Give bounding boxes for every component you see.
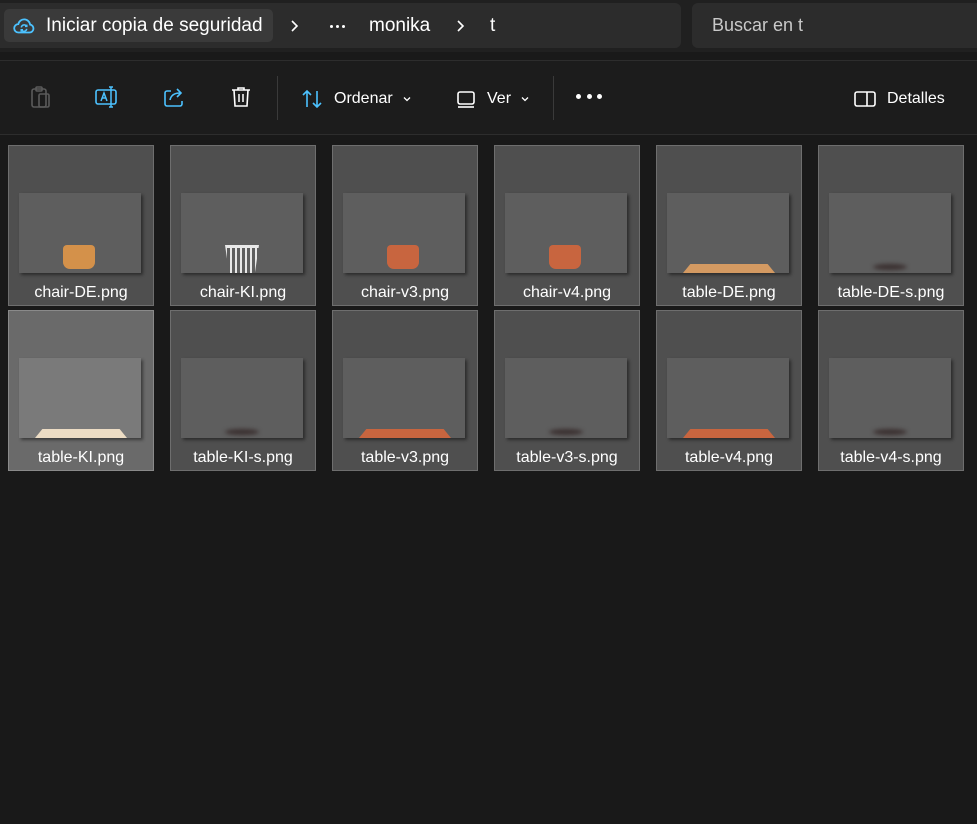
rename-icon[interactable] xyxy=(94,84,120,110)
file-name: table-v3.png xyxy=(360,449,450,466)
file-name: table-DE.png xyxy=(682,284,776,301)
file-thumbnail xyxy=(181,193,303,273)
sort-label: Ordenar xyxy=(334,90,393,107)
file-item[interactable]: table-v3-s.png xyxy=(494,310,640,471)
file-name: chair-DE.png xyxy=(34,284,128,301)
file-thumbnail xyxy=(19,193,141,273)
sort-button[interactable]: Ordenar xyxy=(300,85,412,113)
shadow-preview-image xyxy=(873,429,907,435)
file-item[interactable]: table-KI-s.png xyxy=(170,310,316,471)
view-label: Ver xyxy=(487,90,512,107)
file-thumbnail xyxy=(505,358,627,438)
chair-preview-image xyxy=(387,245,419,269)
table-preview-image xyxy=(683,429,775,438)
file-name: table-v4.png xyxy=(684,449,774,466)
file-thumbnail xyxy=(829,358,951,438)
file-item[interactable]: chair-KI.png xyxy=(170,145,316,306)
trash-icon[interactable] xyxy=(228,84,254,110)
cloud-sync-icon xyxy=(13,18,35,33)
file-thumbnail xyxy=(19,358,141,438)
chevron-right-icon[interactable] xyxy=(454,16,468,36)
details-button[interactable]: Detalles xyxy=(853,85,945,113)
address-bar[interactable]: Iniciar copia de seguridad monika t xyxy=(0,3,681,48)
chair-preview-image xyxy=(549,245,581,269)
backup-label: Iniciar copia de seguridad xyxy=(46,14,263,36)
file-item[interactable]: chair-v3.png xyxy=(332,145,478,306)
file-name: chair-v3.png xyxy=(360,284,450,301)
share-icon[interactable] xyxy=(161,84,187,110)
file-name: table-v4-s.png xyxy=(840,449,942,466)
sort-icon xyxy=(302,89,322,109)
file-thumbnail xyxy=(667,358,789,438)
file-name: chair-KI.png xyxy=(199,284,287,301)
view-icon xyxy=(457,91,475,108)
paste-icon[interactable] xyxy=(27,84,53,110)
file-item[interactable]: chair-DE.png xyxy=(8,145,154,306)
file-thumbnail xyxy=(343,193,465,273)
file-name: table-KI-s.png xyxy=(193,449,293,466)
search-input[interactable] xyxy=(692,3,977,48)
title-bar: Iniciar copia de seguridad monika t xyxy=(0,0,977,52)
file-thumbnail xyxy=(505,193,627,273)
file-item[interactable]: table-DE.png xyxy=(656,145,802,306)
breadcrumb-item-t[interactable]: t xyxy=(490,15,495,37)
view-button[interactable]: Ver xyxy=(455,85,530,113)
chair-preview-image xyxy=(63,245,95,269)
file-item[interactable]: table-DE-s.png xyxy=(818,145,964,306)
toolbar-divider xyxy=(277,76,278,120)
file-name: table-KI.png xyxy=(37,449,125,466)
chevron-right-icon[interactable] xyxy=(288,16,302,36)
table-preview-image xyxy=(359,429,451,438)
file-item[interactable]: table-v4.png xyxy=(656,310,802,471)
toolbar-divider xyxy=(553,76,554,120)
chair-preview-image xyxy=(225,245,259,273)
shadow-preview-image xyxy=(549,429,583,435)
details-pane-icon xyxy=(854,91,876,107)
file-thumbnail xyxy=(343,358,465,438)
file-name: table-v3-s.png xyxy=(516,449,618,466)
file-thumbnail xyxy=(181,358,303,438)
file-item[interactable]: chair-v4.png xyxy=(494,145,640,306)
breadcrumb-more-button[interactable] xyxy=(322,11,352,41)
file-thumbnail xyxy=(829,193,951,273)
chevron-down-icon xyxy=(403,97,411,102)
file-thumbnail xyxy=(667,193,789,273)
backup-breadcrumb-button[interactable]: Iniciar copia de seguridad xyxy=(4,9,273,42)
search-box[interactable] xyxy=(692,3,977,48)
table-preview-image xyxy=(35,429,127,438)
shadow-preview-image xyxy=(873,264,907,270)
file-item[interactable]: table-v3.png xyxy=(332,310,478,471)
shadow-preview-image xyxy=(225,429,259,435)
file-item[interactable]: table-KI.png xyxy=(8,310,154,471)
file-item[interactable]: table-v4-s.png xyxy=(818,310,964,471)
file-name: table-DE-s.png xyxy=(837,284,945,301)
details-label: Detalles xyxy=(887,90,945,107)
table-preview-image xyxy=(683,264,775,273)
breadcrumb-item-monika[interactable]: monika xyxy=(369,15,430,37)
more-options-button[interactable] xyxy=(576,94,602,100)
file-name: chair-v4.png xyxy=(522,284,612,301)
chevron-down-icon xyxy=(521,97,529,102)
